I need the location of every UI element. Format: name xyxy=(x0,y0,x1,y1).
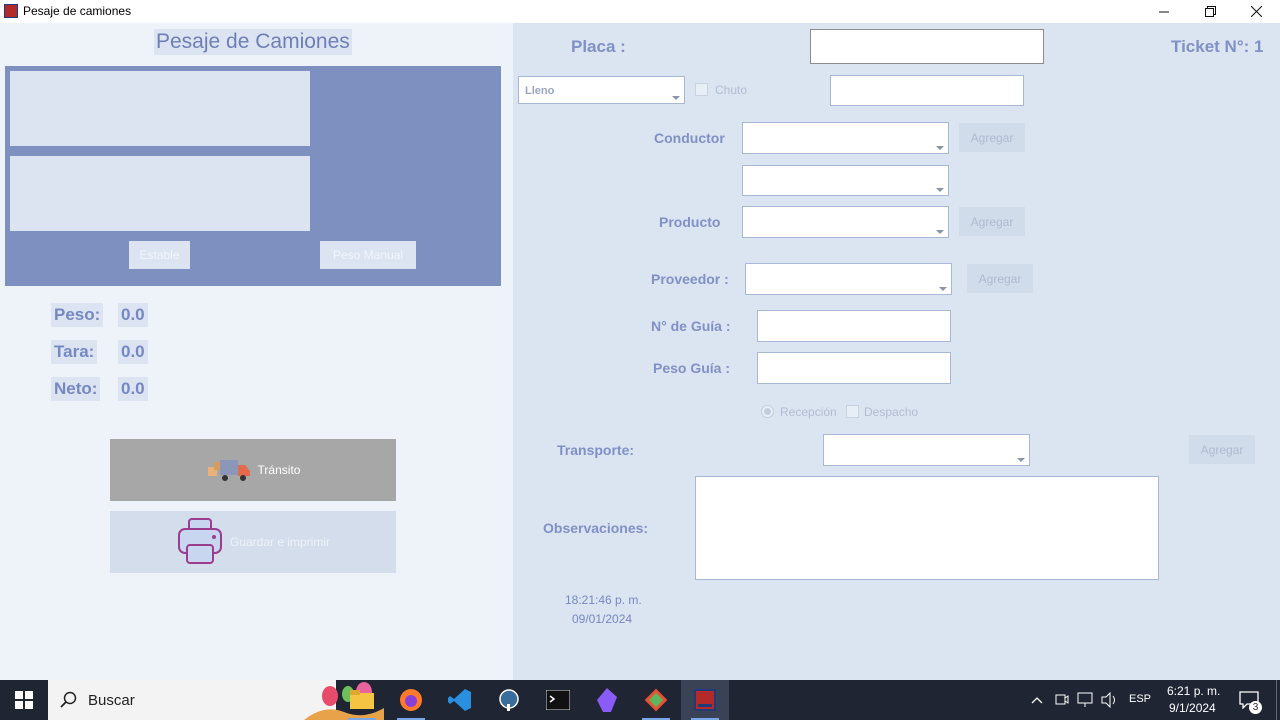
peso-label: Peso: xyxy=(51,303,104,327)
search-placeholder: Buscar xyxy=(88,692,135,709)
network-icon[interactable] xyxy=(1077,692,1095,708)
conductor-combo[interactable] xyxy=(742,122,949,154)
chevron-down-icon xyxy=(936,188,944,192)
app-icon xyxy=(694,689,716,711)
chevron-down-icon xyxy=(1017,458,1025,462)
notification-badge: 3 xyxy=(1249,701,1262,714)
chuto-input[interactable] xyxy=(830,75,1024,106)
peso-value: 0.0 xyxy=(118,303,148,327)
neto-value: 0.0 xyxy=(118,377,148,401)
terminal-icon xyxy=(546,690,570,710)
agregar-transporte-button[interactable]: Agregar xyxy=(1189,435,1255,464)
git-icon xyxy=(644,688,668,712)
recepcion-radio[interactable] xyxy=(761,405,774,418)
proveedor-combo[interactable] xyxy=(745,263,952,295)
observaciones-label: Observaciones: xyxy=(543,520,649,536)
taskbar-clock-date[interactable]: 9/1/2024 xyxy=(1169,701,1216,715)
taskbar: Buscar ESP 6:21 p. m. 9/1/2024 3 xyxy=(0,680,1280,720)
app-window: Pesaje de camiones Pesaje de Camiones Es… xyxy=(0,0,1280,680)
folder-icon xyxy=(350,690,374,709)
recepcion-label: Recepción xyxy=(780,405,837,419)
chevron-down-icon xyxy=(672,96,680,100)
truck-icon xyxy=(207,460,250,481)
guia-label: N° de Guía : xyxy=(651,318,731,334)
peso-guia-label: Peso Guía : xyxy=(653,360,731,376)
chevron-down-icon xyxy=(936,146,944,150)
taskbar-pesaje-app[interactable] xyxy=(681,680,729,720)
guardar-imprimir-button[interactable]: Guardar e imprimir xyxy=(110,511,396,573)
restore-icon xyxy=(1204,6,1216,17)
tara-label: Tara: xyxy=(51,340,98,364)
proveedor-label: Proveedor : xyxy=(651,271,729,287)
minimize-icon xyxy=(1159,11,1169,12)
taskbar-postgres[interactable] xyxy=(485,680,533,720)
placa-input[interactable] xyxy=(810,29,1044,64)
conductor-secondary-combo[interactable] xyxy=(742,165,949,196)
firefox-icon xyxy=(400,689,422,711)
tara-value: 0.0 xyxy=(118,340,148,364)
taskbar-file-explorer[interactable] xyxy=(338,680,386,720)
transito-button[interactable]: Tránsito xyxy=(110,439,396,501)
estable-button[interactable]: Estable xyxy=(129,241,190,269)
chevron-down-icon xyxy=(936,230,944,234)
app-icon xyxy=(4,4,18,18)
start-button[interactable] xyxy=(0,680,48,720)
agregar-proveedor-button[interactable]: Agregar xyxy=(967,264,1033,293)
current-time: 18:21:46 p. m. xyxy=(565,593,642,607)
transito-label: Tránsito xyxy=(257,463,301,477)
guardar-label: Guardar e imprimir xyxy=(229,535,331,549)
printer-icon xyxy=(177,518,222,564)
elephant-icon xyxy=(499,689,519,711)
chuto-checkbox[interactable] xyxy=(695,83,708,96)
chevron-down-icon xyxy=(939,287,947,291)
guia-input[interactable] xyxy=(757,310,951,342)
title-bar: Pesaje de camiones xyxy=(0,0,1280,23)
transporte-label: Transporte: xyxy=(557,442,635,458)
chuto-label: Chuto xyxy=(715,83,748,97)
taskbar-terminal[interactable] xyxy=(534,680,582,720)
close-button[interactable] xyxy=(1233,0,1279,23)
close-icon xyxy=(1250,6,1262,17)
peso-guia-input[interactable] xyxy=(757,352,951,384)
meet-icon[interactable] xyxy=(1055,692,1069,708)
weight-display-primary xyxy=(10,71,310,146)
window-title: Pesaje de camiones xyxy=(23,4,132,18)
agregar-producto-button[interactable]: Agregar xyxy=(959,207,1025,236)
current-date: 09/01/2024 xyxy=(572,612,633,626)
producto-combo[interactable] xyxy=(742,206,949,238)
vscode-icon xyxy=(448,689,471,711)
language-indicator[interactable]: ESP xyxy=(1129,693,1151,705)
scale-panel: Estable Peso Manual xyxy=(5,66,501,286)
restore-button[interactable] xyxy=(1187,0,1233,23)
chevron-up-icon[interactable] xyxy=(1031,694,1043,706)
peso-manual-button[interactable]: Peso Manual xyxy=(320,241,416,269)
search-icon xyxy=(60,691,77,708)
agregar-conductor-button[interactable]: Agregar xyxy=(959,123,1025,152)
observaciones-textarea[interactable] xyxy=(695,476,1159,580)
left-pane: Pesaje de Camiones Estable Peso Manual P… xyxy=(0,23,513,680)
conductor-label: Conductor xyxy=(654,130,725,146)
volume-icon[interactable] xyxy=(1101,692,1119,708)
taskbar-firefox[interactable] xyxy=(387,680,435,720)
despacho-checkbox[interactable] xyxy=(846,405,859,418)
show-desktop-button[interactable] xyxy=(1276,680,1277,720)
transporte-combo[interactable] xyxy=(823,434,1030,466)
obsidian-icon xyxy=(597,688,617,712)
page-title: Pesaje de Camiones xyxy=(154,29,352,55)
neto-label: Neto: xyxy=(51,377,101,401)
minimize-button[interactable] xyxy=(1141,0,1187,23)
estado-combo[interactable]: Lleno xyxy=(518,76,685,104)
placa-label: Placa : xyxy=(571,37,626,56)
producto-label: Producto xyxy=(659,214,721,230)
taskbar-vscode[interactable] xyxy=(436,680,484,720)
taskbar-clock-time[interactable]: 6:21 p. m. xyxy=(1167,684,1220,698)
taskbar-git[interactable] xyxy=(632,680,680,720)
taskbar-search[interactable]: Buscar xyxy=(48,680,384,720)
right-pane: Placa : Ticket N°: 1 Lleno Chuto Conduct… xyxy=(513,23,1280,680)
windows-icon xyxy=(15,691,33,709)
weight-display-secondary xyxy=(10,156,310,231)
despacho-label: Despacho xyxy=(864,405,919,419)
taskbar-obsidian[interactable] xyxy=(583,680,631,720)
ticket-number: Ticket N°: 1 xyxy=(1171,37,1264,56)
